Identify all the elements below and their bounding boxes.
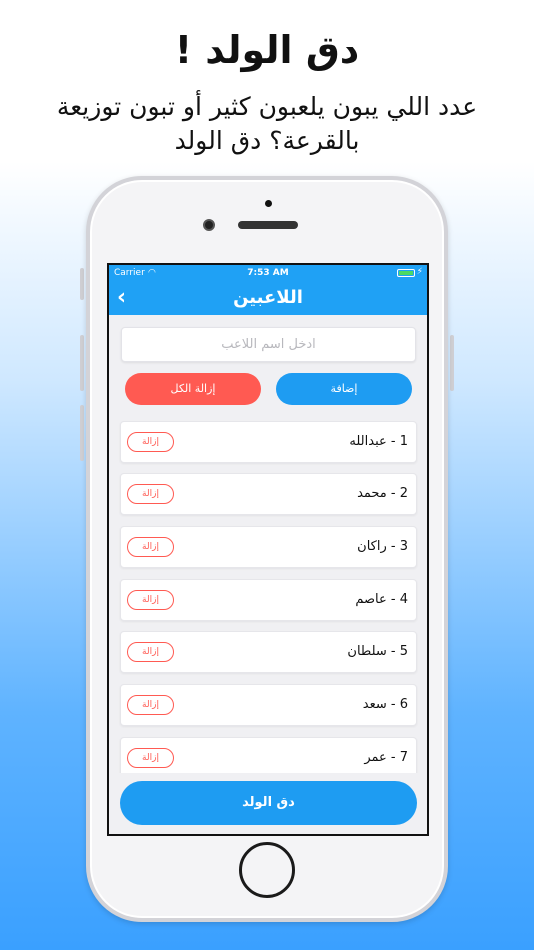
add-player-button[interactable]: إضافة [276, 373, 412, 405]
list-item: 4 - عاصم إزالة [120, 579, 417, 621]
power-button [450, 335, 454, 391]
remove-player-button[interactable]: إزالة [127, 590, 174, 610]
player-name: 2 - محمد [357, 486, 408, 501]
remove-player-button[interactable]: إزالة [127, 484, 174, 504]
status-bar: Carrier ◠ 7:53 AM ⚡ [109, 265, 427, 282]
draw-button[interactable]: دق الولد [120, 781, 417, 825]
player-name-input[interactable] [121, 327, 416, 362]
player-name: 3 - راكان [357, 539, 408, 554]
front-camera-icon [203, 219, 215, 231]
proximity-sensor [265, 200, 272, 207]
list-item: 2 - محمد إزالة [120, 473, 417, 515]
remove-player-button[interactable]: إزالة [127, 642, 174, 662]
volume-up-button [80, 335, 84, 391]
volume-down-button [80, 405, 84, 461]
list-item: 5 - سلطان إزالة [120, 631, 417, 673]
list-item: 3 - راكان إزالة [120, 526, 417, 568]
mute-switch [80, 268, 84, 300]
earpiece-speaker [238, 221, 298, 229]
player-name: 6 - سعد [362, 697, 408, 712]
remove-player-button[interactable]: إزالة [127, 537, 174, 557]
player-name: 4 - عاصم [355, 592, 408, 607]
status-time: 7:53 AM [247, 268, 289, 278]
remove-player-button[interactable]: إزالة [127, 695, 174, 715]
player-name: 7 - عمر [364, 750, 408, 765]
promo-subtitle: عدد اللي يبون يلعبون كثير أو تبون توزيعة… [56, 92, 478, 155]
remove-player-button[interactable]: إزالة [127, 748, 174, 768]
list-item: 7 - عمر إزالة [120, 737, 417, 773]
list-item: 6 - سعد إزالة [120, 684, 417, 726]
players-list: 1 - عبدالله إزالة 2 - محمد إزالة 3 - راك… [109, 415, 427, 773]
battery-icon [397, 269, 415, 277]
player-name: 5 - سلطان [347, 644, 408, 659]
charging-bolt-icon: ⚡ [416, 267, 423, 277]
page-title: اللاعبين [233, 287, 303, 308]
promo-title: دق الولد ! [174, 28, 360, 72]
remove-player-button[interactable]: إزالة [127, 432, 174, 452]
player-name: 1 - عبدالله [349, 434, 408, 449]
list-item: 1 - عبدالله إزالة [120, 421, 417, 463]
home-button [239, 842, 295, 898]
app-bar: Carrier ◠ 7:53 AM ⚡ ‹ اللاعبين [109, 265, 427, 315]
remove-all-button[interactable]: إزالة الكل [125, 373, 261, 405]
app-screen: Carrier ◠ 7:53 AM ⚡ ‹ اللاعبين إزالة الك… [107, 263, 429, 836]
